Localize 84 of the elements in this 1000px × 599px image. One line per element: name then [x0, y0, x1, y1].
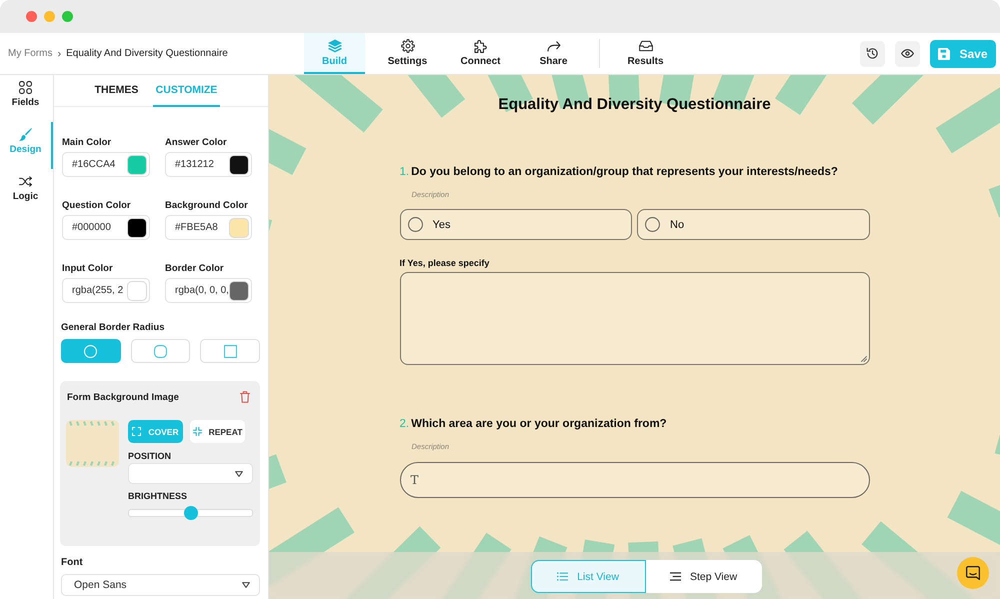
rounded-square-icon	[154, 344, 167, 358]
color-swatch-icon[interactable]	[230, 282, 248, 300]
answer-input[interactable]: T	[400, 462, 870, 498]
caret-down-icon	[242, 582, 250, 588]
color-swatch-icon[interactable]	[230, 156, 248, 174]
corners-icon	[132, 427, 142, 436]
field-label: Question Color	[62, 199, 132, 213]
field-label: Border Color	[165, 262, 225, 276]
color-swatch-icon[interactable]	[128, 156, 146, 174]
color-input[interactable]: rgba(0, 0, 0,	[165, 278, 252, 303]
position-select[interactable]	[128, 463, 253, 484]
gear-icon	[400, 39, 414, 53]
layers-icon	[328, 39, 342, 53]
list-icon	[557, 572, 568, 581]
radius-option-button[interactable]	[130, 339, 190, 363]
radius-option-button[interactable]	[200, 339, 260, 363]
color-swatch-icon[interactable]	[128, 218, 146, 236]
nav-tab[interactable]: Settings	[377, 33, 438, 74]
field-label: Background Color	[165, 199, 249, 213]
inbox-icon	[638, 39, 652, 53]
circle-icon	[84, 344, 98, 358]
field-label: Main Color	[62, 136, 112, 150]
radio-icon[interactable]	[408, 217, 422, 232]
breadcrumb-separator: ›	[57, 48, 62, 60]
resize-grip-icon	[860, 356, 866, 362]
history-button[interactable]	[860, 40, 885, 66]
color-swatch-icon[interactable]	[230, 218, 248, 236]
field-label: Input Color	[62, 262, 114, 276]
paintbrush-icon	[19, 128, 32, 141]
lines-icon	[670, 572, 681, 581]
question-number: 2.	[400, 417, 410, 432]
background-preview-drawing	[66, 420, 119, 467]
color-input[interactable]: #131212	[165, 152, 252, 177]
nav-tab[interactable]: Results	[615, 33, 676, 74]
field-label: BRIGHTNESS	[128, 490, 188, 502]
color-input[interactable]: #16CCA4	[62, 152, 150, 177]
nav-tab[interactable]: Share	[523, 33, 584, 74]
section-label: General Border Radius	[61, 321, 166, 335]
preview-button[interactable]	[895, 40, 920, 66]
field-label: Answer Color	[165, 136, 228, 150]
card-title: Form Background Image	[67, 392, 179, 402]
question-text: Which area are you or your organization from?	[411, 417, 667, 432]
slider-thumb[interactable]	[184, 506, 198, 520]
breadcrumb-current: Equality And Diversity Questionnaire	[66, 48, 228, 59]
form-title: Equality And Diversity Questionnaire	[497, 95, 772, 115]
zoom-window-icon[interactable]	[62, 11, 72, 22]
color-input[interactable]: rgba(255, 2	[62, 278, 150, 303]
minimize-window-icon[interactable]	[44, 11, 54, 22]
chat-bubble-icon	[966, 566, 980, 580]
answer-textarea[interactable]	[400, 272, 870, 365]
puzzle-icon	[474, 39, 488, 53]
chat-button[interactable]	[957, 557, 989, 589]
radius-option-button[interactable]	[61, 339, 121, 363]
breadcrumb-link[interactable]: My Forms	[8, 48, 52, 59]
brightness-slider[interactable]	[128, 509, 253, 517]
caret-down-icon	[235, 470, 243, 476]
curved-arrow-icon	[546, 39, 560, 53]
field-label: POSITION	[128, 450, 172, 462]
nav-tab[interactable]: Connect	[450, 33, 511, 74]
radio-icon[interactable]	[645, 217, 660, 232]
text-type-glyph: T	[410, 473, 419, 487]
trash-icon[interactable]	[240, 391, 250, 403]
history-icon	[866, 47, 879, 60]
color-input[interactable]: #FBE5A8	[165, 215, 252, 240]
sidebar-item[interactable]: Logic	[0, 169, 53, 216]
question-number: 1.	[400, 165, 410, 180]
color-input[interactable]: #000000	[62, 215, 150, 240]
shuffle-icon	[19, 175, 32, 188]
image-mode-button[interactable]: REPEAT	[190, 420, 245, 443]
color-swatch-icon[interactable]	[128, 282, 146, 300]
question-text: Do you belong to an organization/group that represents your interests/needs?	[411, 165, 838, 180]
panel-tab[interactable]: THEMES	[83, 75, 150, 107]
field-label: Font	[61, 556, 84, 570]
field-label: If Yes, please specify	[400, 257, 490, 269]
radio-option[interactable]: Yes	[400, 209, 632, 240]
radio-option[interactable]: No	[637, 209, 870, 240]
close-window-icon[interactable]	[26, 11, 36, 22]
view-toggle-button[interactable]: Step View	[646, 560, 762, 593]
square-icon	[224, 344, 237, 358]
sidebar-item[interactable]: Fields	[0, 75, 53, 122]
eye-icon	[901, 49, 914, 58]
inward-corners-icon	[192, 427, 202, 436]
font-select[interactable]: Open Sans	[61, 574, 260, 596]
grid-icon	[19, 81, 32, 94]
